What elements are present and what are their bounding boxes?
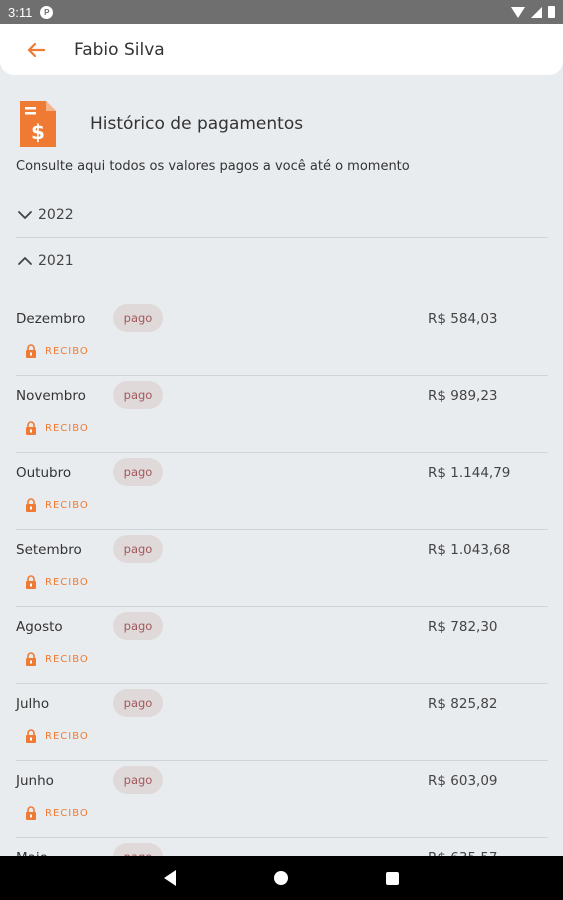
- receipt-label: RECIBO: [45, 576, 89, 588]
- battery-icon: [548, 6, 555, 18]
- receipt-label: RECIBO: [45, 345, 89, 357]
- payment-row: Junho pago R$ 603,09 RECIBO: [0, 761, 563, 838]
- status-badge: pago: [113, 766, 163, 794]
- year-label: 2021: [38, 253, 74, 269]
- arrow-left-icon: [27, 42, 46, 57]
- divider: [16, 237, 548, 238]
- svg-text:$: $: [31, 120, 45, 144]
- payment-amount: R$ 1.043,68: [428, 542, 511, 558]
- receipt-label: RECIBO: [45, 807, 89, 819]
- nav-home-icon[interactable]: [274, 871, 288, 885]
- payment-row: Dezembro pago R$ 584,03 RECIBO: [0, 299, 563, 376]
- status-badge: pago: [113, 458, 163, 486]
- wifi-icon: [511, 6, 525, 18]
- navigation-bar: [0, 856, 563, 900]
- chevron-down-icon: [18, 211, 32, 219]
- payment-amount: R$ 603,09: [428, 773, 498, 789]
- payment-month: Agosto: [16, 619, 63, 635]
- status-bar: 3:11: [0, 0, 563, 24]
- payment-month: Setembro: [16, 542, 82, 558]
- nav-back-icon[interactable]: [164, 870, 176, 886]
- receipt-button[interactable]: RECIBO: [24, 421, 89, 435]
- year-2021-toggle[interactable]: 2021: [16, 242, 548, 280]
- receipt-lock-icon: [26, 344, 36, 358]
- payment-month: Julho: [16, 696, 50, 712]
- receipt-lock-icon: [26, 652, 36, 666]
- status-badge: pago: [113, 843, 163, 856]
- receipt-button[interactable]: RECIBO: [24, 344, 89, 358]
- app-title: Fabio Silva: [74, 39, 165, 60]
- receipt-label: RECIBO: [45, 499, 89, 511]
- status-badge: pago: [113, 612, 163, 640]
- payment-document-icon: $: [20, 101, 56, 147]
- section-title: Histórico de pagamentos: [90, 114, 304, 134]
- payment-row: Setembro pago R$ 1.043,68 RECIBO: [0, 530, 563, 607]
- receipt-label: RECIBO: [45, 422, 89, 434]
- payment-row: Outubro pago R$ 1.144,79 RECIBO: [0, 453, 563, 530]
- section-header: $ Histórico de pagamentos: [20, 101, 303, 147]
- section-subtitle: Consulte aqui todos os valores pagos a v…: [16, 159, 410, 174]
- payment-month: Dezembro: [16, 311, 86, 327]
- receipt-lock-icon: [26, 575, 36, 589]
- payment-amount: R$ 584,03: [428, 311, 498, 327]
- payment-row: Julho pago R$ 825,82 RECIBO: [0, 684, 563, 761]
- receipt-button[interactable]: RECIBO: [24, 652, 89, 666]
- signal-icon: [531, 6, 542, 18]
- receipt-button[interactable]: RECIBO: [24, 806, 89, 820]
- payment-amount: R$ 782,30: [428, 619, 498, 635]
- payment-row: Agosto pago R$ 782,30 RECIBO: [0, 607, 563, 684]
- app-bar: Fabio Silva: [0, 24, 563, 75]
- status-time: 3:11: [8, 4, 33, 20]
- receipt-lock-icon: [26, 729, 36, 743]
- status-badge: pago: [113, 381, 163, 409]
- status-badge: pago: [113, 535, 163, 563]
- payment-month: Junho: [16, 773, 54, 789]
- receipt-label: RECIBO: [45, 730, 89, 742]
- payment-amount: R$ 1.144,79: [428, 465, 511, 481]
- payment-amount: R$ 989,23: [428, 388, 498, 404]
- receipt-lock-icon: [26, 498, 36, 512]
- payment-history-content[interactable]: $ Histórico de pagamentos Consulte aqui …: [0, 75, 563, 856]
- year-2022-toggle[interactable]: 2022: [16, 196, 548, 234]
- status-icons: [511, 6, 555, 18]
- status-badge: pago: [113, 304, 163, 332]
- nav-recent-apps-icon[interactable]: [386, 871, 399, 885]
- payment-row: Novembro pago R$ 989,23 RECIBO: [0, 376, 563, 453]
- receipt-lock-icon: [26, 806, 36, 820]
- back-button[interactable]: [18, 32, 54, 68]
- year-label: 2022: [38, 207, 74, 223]
- status-badge: pago: [113, 689, 163, 717]
- receipt-lock-icon: [26, 421, 36, 435]
- payment-row: Maio pago R$ 635,57 RECIBO: [0, 838, 563, 856]
- receipt-button[interactable]: RECIBO: [24, 729, 89, 743]
- receipt-label: RECIBO: [45, 653, 89, 665]
- chevron-up-icon: [18, 257, 32, 265]
- receipt-button[interactable]: RECIBO: [24, 498, 89, 512]
- payment-month: Outubro: [16, 465, 72, 481]
- payment-month: Novembro: [16, 388, 86, 404]
- notification-icon: [40, 5, 54, 19]
- payment-amount: R$ 825,82: [428, 696, 498, 712]
- receipt-button[interactable]: RECIBO: [24, 575, 89, 589]
